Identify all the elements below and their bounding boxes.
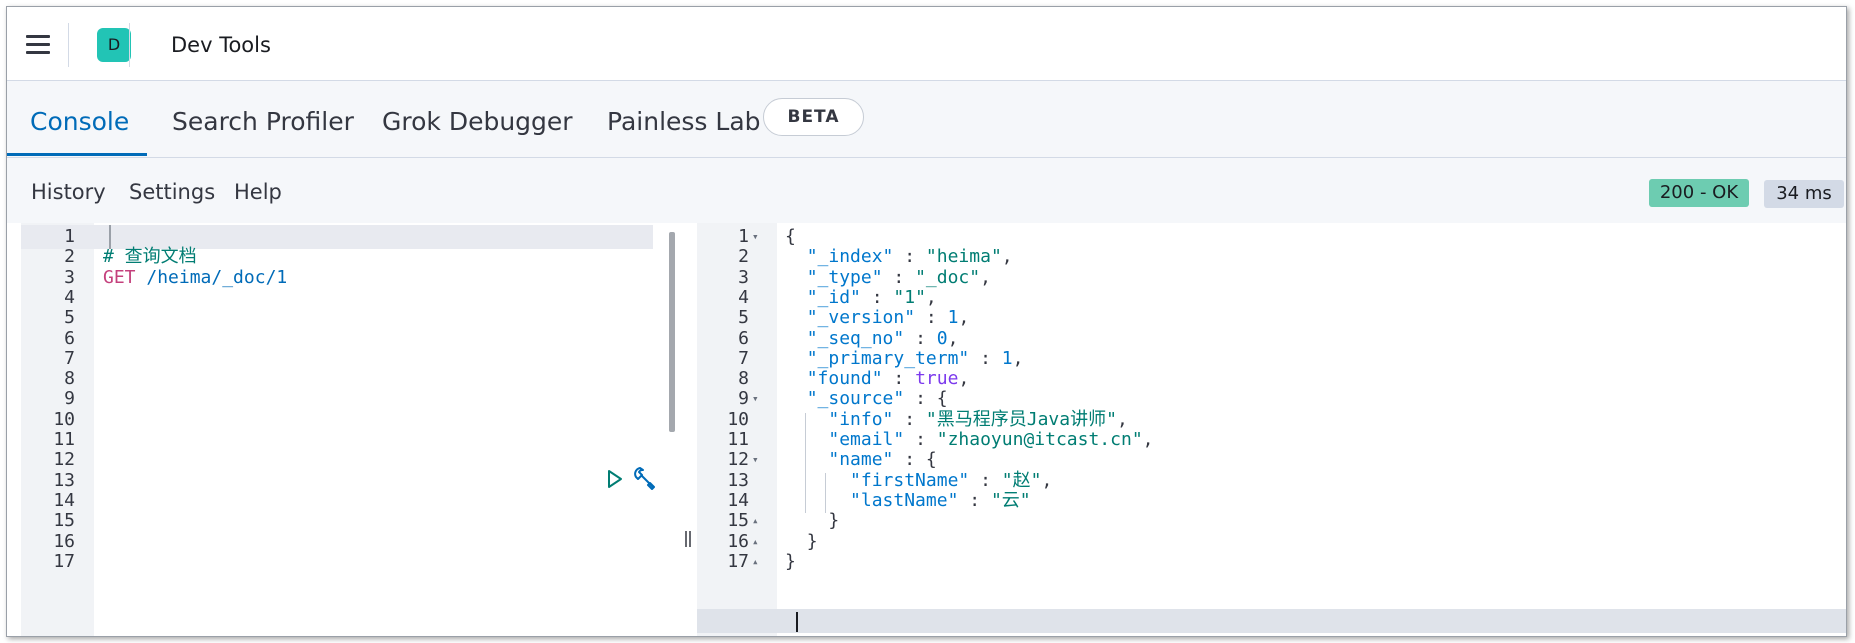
history-link[interactable]: History <box>31 180 106 204</box>
json-key: "_seq_no" <box>806 327 905 349</box>
tab-grok-debugger[interactable]: Grok Debugger <box>382 107 573 136</box>
request-time-badge: 34 ms <box>1764 180 1844 208</box>
json-value: 0 <box>936 327 948 349</box>
help-link[interactable]: Help <box>234 180 282 204</box>
app-header: D Dev Tools <box>7 7 1846 81</box>
json-key: "_id" <box>806 286 861 308</box>
json-value: "云" <box>990 489 1031 511</box>
tab-console[interactable]: Console <box>30 107 129 136</box>
json-key: "_primary_term" <box>806 347 970 369</box>
page-title: Dev Tools <box>171 33 271 57</box>
console-toolbar: History Settings Help 200 - OK 34 ms <box>7 158 1846 223</box>
header-divider <box>68 23 69 67</box>
comment-text: # 查询文档 <box>103 246 197 268</box>
line-number: 17 <box>727 550 749 572</box>
json-value: "zhaoyun@itcast.cn" <box>936 429 1143 450</box>
tab-painless-lab[interactable]: Painless Lab <box>607 107 761 136</box>
request-path: /heima/_doc/1 <box>146 266 288 288</box>
json-value: 1 <box>1001 347 1013 369</box>
json-key: "lastName" <box>850 489 959 511</box>
json-value: "黑马程序员Java讲师" <box>925 408 1117 430</box>
json-key: "firstName" <box>850 469 970 491</box>
active-tab-indicator <box>7 153 147 156</box>
json-key: "_source" <box>806 388 905 410</box>
line-number: 17 <box>53 550 75 572</box>
json-key: "info" <box>828 408 894 430</box>
status-badge: 200 - OK <box>1649 179 1749 207</box>
json-line: } <box>785 550 796 574</box>
json-key: "name" <box>828 449 894 471</box>
text-cursor <box>796 612 798 632</box>
active-line-highlight <box>697 609 1846 633</box>
panel-resizer[interactable] <box>683 527 693 551</box>
json-brace: { <box>785 226 796 247</box>
json-value: "_doc" <box>915 266 981 288</box>
request-editor[interactable]: 1 2 # 查询文档 3 GET /heima/_doc/1 4 5 6 7 8 9 10 11 12 13… <box>21 223 676 636</box>
tab-search-profiler[interactable]: Search Profiler <box>172 107 354 136</box>
json-key: "_version" <box>806 307 916 329</box>
play-icon[interactable] <box>603 468 625 490</box>
json-value: "heima" <box>925 246 1002 268</box>
space-avatar[interactable]: D <box>97 28 131 62</box>
json-value: 1 <box>947 307 959 329</box>
json-key: "_type" <box>806 266 883 288</box>
dev-tools-tabs: Console Search Profiler Grok Debugger Pa… <box>7 81 1846 158</box>
code-line: 17 ▴} <box>697 550 1846 574</box>
json-key: "found" <box>806 368 883 390</box>
settings-link[interactable]: Settings <box>129 180 215 204</box>
hamburger-menu-icon[interactable] <box>26 35 50 55</box>
unfold-arrow-icon[interactable]: ▴ <box>752 550 759 574</box>
code-line: 17 <box>21 550 676 574</box>
json-value: true <box>915 368 959 390</box>
http-method: GET <box>103 266 136 288</box>
json-key: "email" <box>828 429 905 450</box>
beta-badge: BETA <box>763 98 864 136</box>
json-value: "赵" <box>1001 469 1042 491</box>
json-brace: } <box>828 510 840 532</box>
request-editor-scrollbar[interactable] <box>669 232 675 432</box>
dev-tools-window: D Dev Tools Console Search Profiler Grok… <box>6 6 1847 637</box>
json-key: "_index" <box>806 246 894 268</box>
header-divider <box>129 23 130 67</box>
response-editor[interactable]: 1 ▾{2 "_index" : "heima", 3 "_type" : "_do… <box>697 223 1846 636</box>
json-brace: } <box>806 530 818 552</box>
wrench-icon[interactable] <box>631 465 657 491</box>
json-brace: } <box>785 550 796 572</box>
json-value: "1" <box>893 286 926 308</box>
